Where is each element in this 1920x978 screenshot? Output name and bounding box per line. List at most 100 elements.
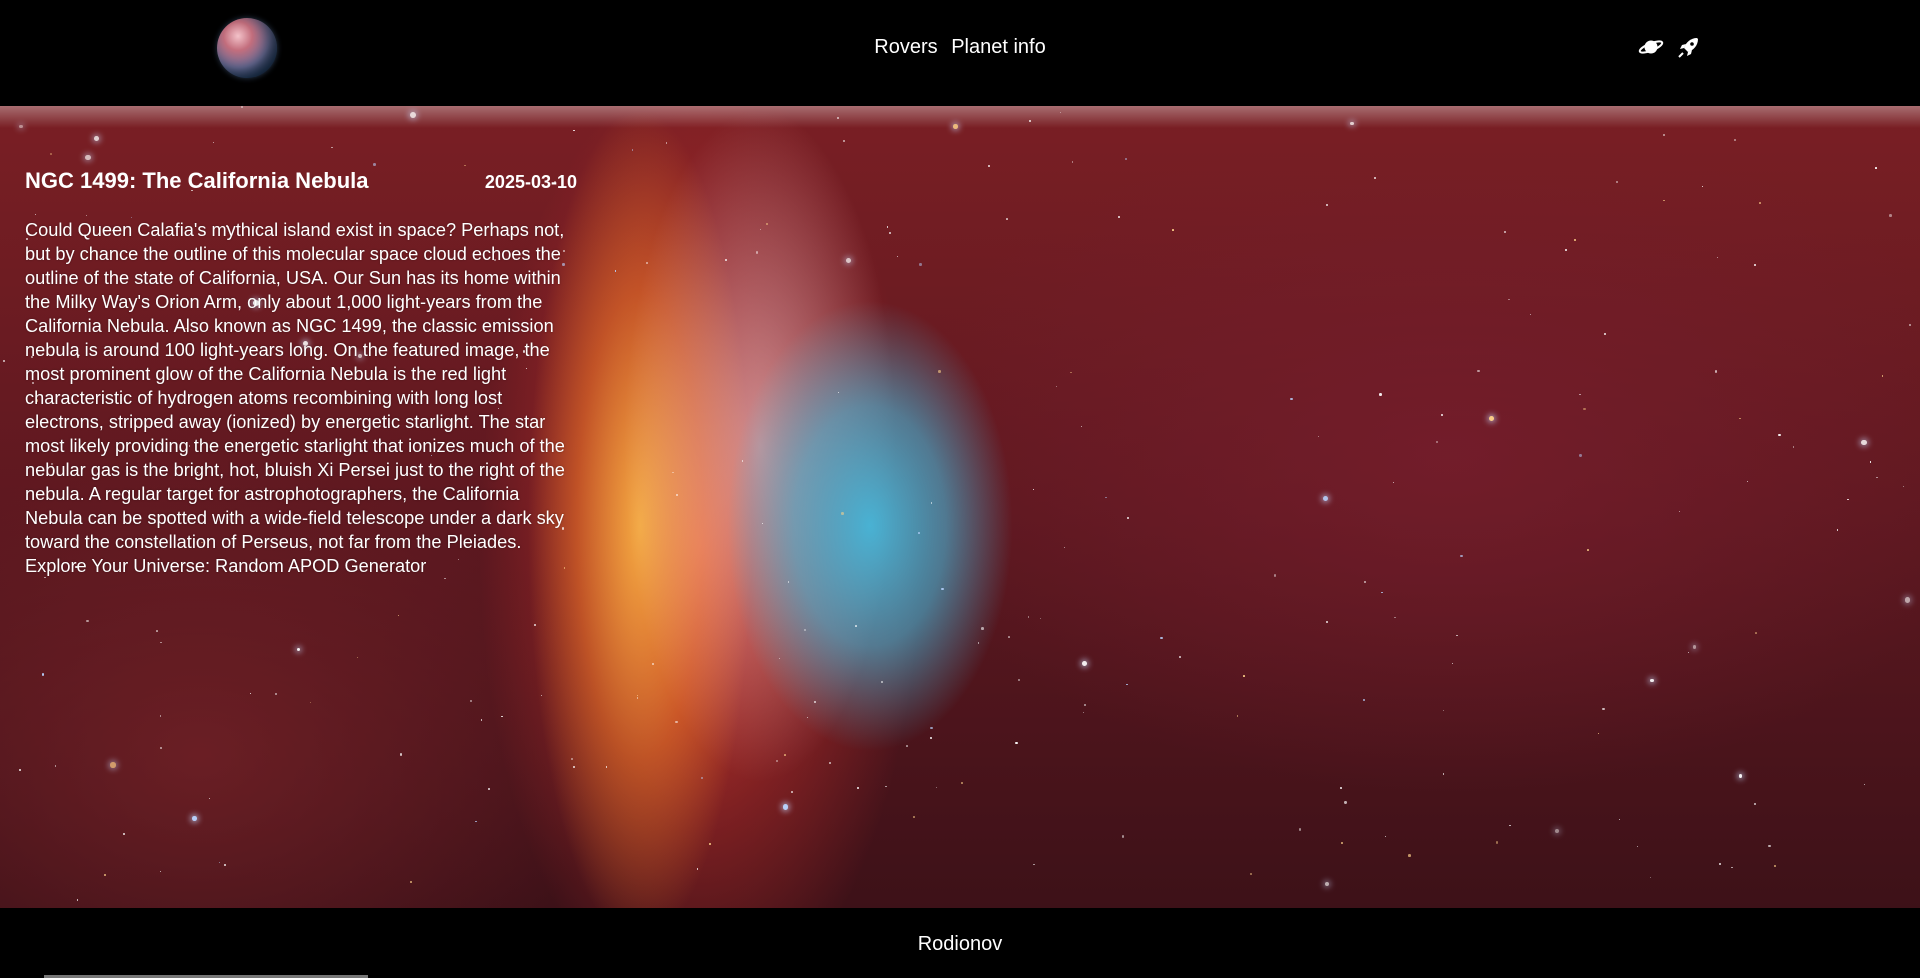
star-dot — [159, 715, 161, 717]
star-dot — [1325, 882, 1330, 887]
star-dot — [1032, 488, 1035, 491]
nav-link-rovers[interactable]: Rovers — [874, 36, 937, 58]
star-dot — [987, 164, 990, 167]
star-dot — [935, 786, 938, 789]
star-dot — [1602, 707, 1605, 710]
star-dot — [1908, 323, 1911, 326]
star-dot — [1326, 203, 1329, 206]
star-dot — [804, 629, 807, 632]
star-dot — [1509, 824, 1512, 827]
star-dot — [94, 136, 100, 142]
star-dot — [540, 694, 542, 696]
star-dot — [1716, 257, 1718, 259]
star-dot — [1889, 214, 1892, 217]
star-dot — [41, 673, 44, 676]
star-dot — [573, 766, 576, 769]
star-dot — [930, 502, 933, 505]
star-dot — [1715, 370, 1718, 373]
star-dot — [1299, 828, 1302, 831]
star-dot — [837, 117, 839, 119]
star-dot — [241, 106, 243, 108]
star-dot — [636, 694, 639, 697]
saturn-icon[interactable] — [1638, 34, 1664, 60]
star-dot — [1579, 393, 1582, 396]
star-dot — [1325, 620, 1329, 624]
star-dot — [1864, 784, 1866, 786]
star-dot — [929, 736, 932, 740]
star-dot — [760, 228, 762, 231]
star-dot — [842, 140, 845, 143]
star-dot — [1126, 683, 1128, 686]
star-dot — [1662, 199, 1665, 202]
star-dot — [208, 797, 211, 800]
star-dot — [787, 581, 790, 583]
apod-title-row: NGC 1499: The California Nebula 2025-03-… — [25, 168, 577, 194]
star-dot — [104, 873, 107, 877]
star-dot — [846, 257, 852, 263]
star-dot — [1792, 446, 1794, 448]
star-dot — [1456, 635, 1458, 637]
star-dot — [652, 662, 655, 665]
header-icons — [1638, 34, 1702, 60]
star-dot — [331, 146, 334, 149]
star-dot — [838, 392, 840, 394]
star-dot — [913, 816, 915, 818]
top-header: Rovers Planet info — [0, 0, 1920, 106]
star-dot — [1636, 845, 1638, 848]
star-dot — [1442, 709, 1445, 712]
star-dot — [250, 692, 252, 694]
star-dot — [783, 754, 786, 757]
rocket-icon[interactable] — [1676, 34, 1702, 60]
star-dot — [159, 871, 161, 873]
star-dot — [636, 697, 638, 699]
star-dot — [1869, 461, 1872, 463]
star-dot — [1451, 662, 1453, 665]
star-dot — [857, 786, 860, 789]
star-dot — [50, 153, 52, 156]
star-dot — [76, 899, 79, 901]
star-dot — [779, 657, 781, 659]
star-dot — [1015, 741, 1018, 745]
star-dot — [573, 129, 575, 132]
star-dot — [1442, 773, 1445, 775]
star-dot — [1121, 835, 1124, 838]
star-dot — [1029, 120, 1032, 123]
star-dot — [223, 863, 227, 866]
apod-date: 2025-03-10 — [484, 172, 577, 192]
star-dot — [854, 624, 857, 627]
star-dot — [1904, 597, 1911, 603]
star-dot — [605, 766, 607, 768]
star-dot — [646, 262, 648, 265]
star-dot — [1394, 617, 1396, 619]
star-dot — [880, 681, 884, 684]
star-dot — [3, 359, 6, 362]
star-dot — [828, 761, 832, 764]
star-dot — [275, 693, 278, 696]
star-dot — [122, 832, 125, 835]
star-dot — [1508, 298, 1510, 300]
star-dot — [1117, 215, 1120, 219]
footer: Rodionov — [0, 908, 1920, 978]
star-dot — [791, 791, 793, 793]
star-dot — [896, 255, 899, 258]
star-dot — [755, 251, 759, 254]
star-dot — [938, 370, 941, 373]
nav-link-planet-info[interactable]: Planet info — [951, 36, 1046, 58]
star-dot — [1616, 181, 1618, 183]
star-dot — [1693, 645, 1697, 649]
star-dot — [86, 619, 89, 622]
star-dot — [1529, 313, 1532, 315]
star-dot — [886, 226, 889, 228]
star-dot — [724, 259, 727, 262]
star-dot — [665, 141, 668, 144]
star-dot — [156, 629, 159, 632]
star-dot — [807, 717, 809, 719]
star-dot — [961, 781, 964, 784]
star-dot — [1290, 397, 1293, 401]
star-dot — [1649, 876, 1652, 879]
star-dot — [1768, 844, 1772, 848]
star-dot — [1441, 413, 1444, 416]
star-dot — [675, 720, 678, 724]
star-dot — [1408, 854, 1412, 857]
star-dot — [1250, 872, 1253, 875]
